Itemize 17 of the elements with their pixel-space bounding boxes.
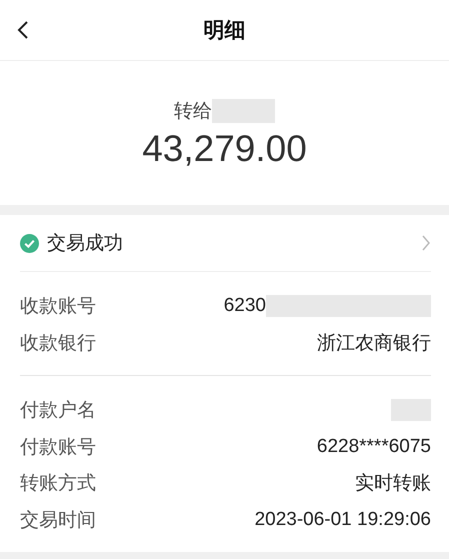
back-icon[interactable] (16, 20, 30, 40)
field-value: 6230 (224, 295, 266, 318)
field-label: 付款账号 (20, 436, 96, 460)
field-value: 浙江农商银行 (317, 332, 431, 356)
field-label: 付款户名 (20, 399, 96, 424)
field-label: 收款银行 (20, 332, 96, 356)
chevron-icon (421, 234, 431, 252)
recipient-label: 转给 (174, 100, 212, 124)
field-label: 收款账号 (20, 295, 96, 320)
field-value: 2023-06-01 19:29:06 (254, 508, 431, 531)
field-value: 实时转账 (355, 472, 431, 496)
field-label: 转账方式 (20, 472, 96, 496)
page-title: 明细 (204, 18, 246, 44)
status-row[interactable]: 交易成功 (20, 215, 431, 272)
field-value: 6228****6075 (316, 436, 431, 458)
amount: 43,279.00 (142, 128, 307, 170)
field-label: 交易时间 (20, 508, 96, 533)
